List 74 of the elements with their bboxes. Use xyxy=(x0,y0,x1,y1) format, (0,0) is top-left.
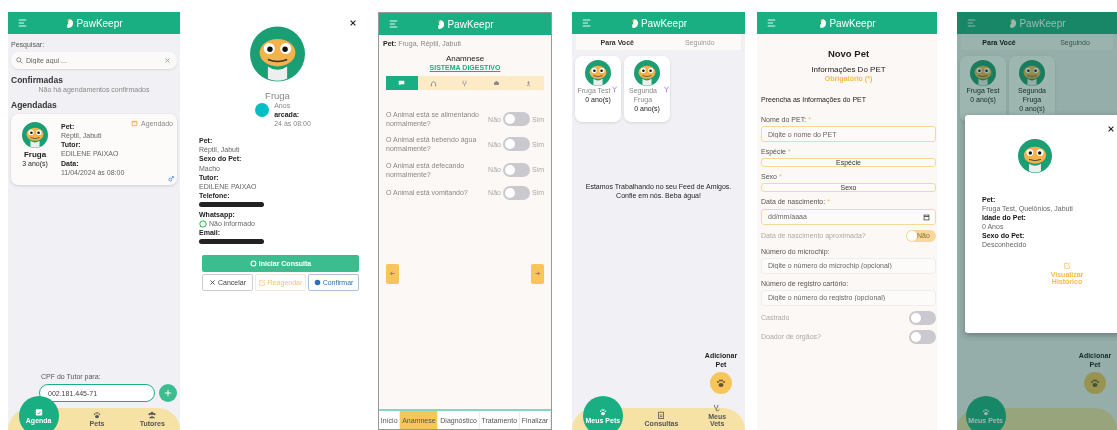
menu-icon[interactable] xyxy=(767,19,776,27)
close-icon xyxy=(209,279,216,287)
turtle-avatar-drawing xyxy=(585,60,611,86)
calendar-icon xyxy=(131,120,139,128)
clear-icon[interactable] xyxy=(164,57,171,65)
logo-icon xyxy=(436,18,446,30)
logo-icon xyxy=(65,17,75,29)
app-name: PawKeepr xyxy=(76,17,123,29)
plus-icon xyxy=(164,389,172,397)
menu-icon[interactable] xyxy=(582,19,591,27)
toggle-switch[interactable] xyxy=(502,112,530,127)
fork-icon xyxy=(461,79,469,87)
calendar-icon[interactable] xyxy=(923,213,930,221)
toggle-switch[interactable] xyxy=(909,329,936,344)
whatsapp-icon xyxy=(199,219,207,228)
edit-icon xyxy=(1063,261,1071,269)
turtle-avatar-drawing xyxy=(1019,60,1045,86)
stethoscope-icon xyxy=(713,404,722,412)
pet-name: Fruga xyxy=(265,90,290,101)
gender-symbol-icon xyxy=(611,86,619,93)
menu-icon[interactable] xyxy=(18,19,27,27)
male-symbol-icon xyxy=(168,175,174,182)
search-icon xyxy=(16,57,23,65)
walking-figure-icon xyxy=(524,79,532,87)
edit-icon xyxy=(258,279,266,287)
menu-icon[interactable] xyxy=(389,20,398,28)
section-title: Agendadas xyxy=(11,100,58,111)
logo-icon xyxy=(1008,17,1018,29)
left-arrow-icon xyxy=(389,270,396,278)
section-title: Informações Do PET xyxy=(810,65,887,74)
add-pet-button[interactable] xyxy=(1084,372,1106,394)
next-button[interactable] xyxy=(531,263,544,284)
add-pet-button[interactable] xyxy=(710,372,732,394)
app-name: PawKeepr xyxy=(1019,17,1066,29)
page-title: Novo Pet xyxy=(826,48,871,59)
previous-button[interactable] xyxy=(386,263,399,284)
gender-symbol-icon xyxy=(663,86,670,93)
redaction-mark xyxy=(199,201,264,207)
app-name: PawKeepr xyxy=(640,17,688,29)
toggle-switch[interactable] xyxy=(909,310,936,325)
people-icon xyxy=(148,411,157,419)
calendar-icon xyxy=(34,408,43,416)
system-tab[interactable] xyxy=(386,76,418,91)
logo-icon xyxy=(629,17,639,29)
close-icon[interactable] xyxy=(1107,125,1115,133)
toggle-switch[interactable] xyxy=(502,137,530,152)
toggle-switch[interactable] xyxy=(502,185,530,200)
paw-icon xyxy=(93,411,101,419)
app-name: PawKeepr xyxy=(829,17,876,29)
cloud-icon xyxy=(493,79,501,87)
menu-icon[interactable] xyxy=(967,19,976,27)
check-circle-icon xyxy=(313,279,321,287)
circle-mark xyxy=(255,103,270,117)
gear-icon xyxy=(249,260,257,268)
arch-icon xyxy=(429,79,437,87)
page-title: Anamnese xyxy=(444,54,486,64)
turtle-avatar-drawing xyxy=(634,60,660,86)
app-name: PawKeepr xyxy=(447,18,494,30)
redaction-mark xyxy=(199,239,264,245)
turtle-avatar-drawing xyxy=(970,60,996,86)
pet-name: Fruga xyxy=(23,150,47,160)
turtle-avatar-drawing xyxy=(22,120,48,151)
close-icon[interactable] xyxy=(349,19,357,27)
logo-icon xyxy=(818,17,828,29)
paw-icon xyxy=(716,378,726,388)
right-arrow-icon xyxy=(534,270,541,278)
section-title: Confirmadas xyxy=(11,75,64,86)
bubble-icon xyxy=(398,79,406,87)
paw-icon xyxy=(981,408,990,416)
toggle-switch[interactable] xyxy=(502,162,530,177)
paw-icon xyxy=(598,408,607,416)
paw-icon xyxy=(1090,378,1100,388)
clipboard-icon xyxy=(657,411,666,419)
add-button[interactable] xyxy=(159,384,177,402)
